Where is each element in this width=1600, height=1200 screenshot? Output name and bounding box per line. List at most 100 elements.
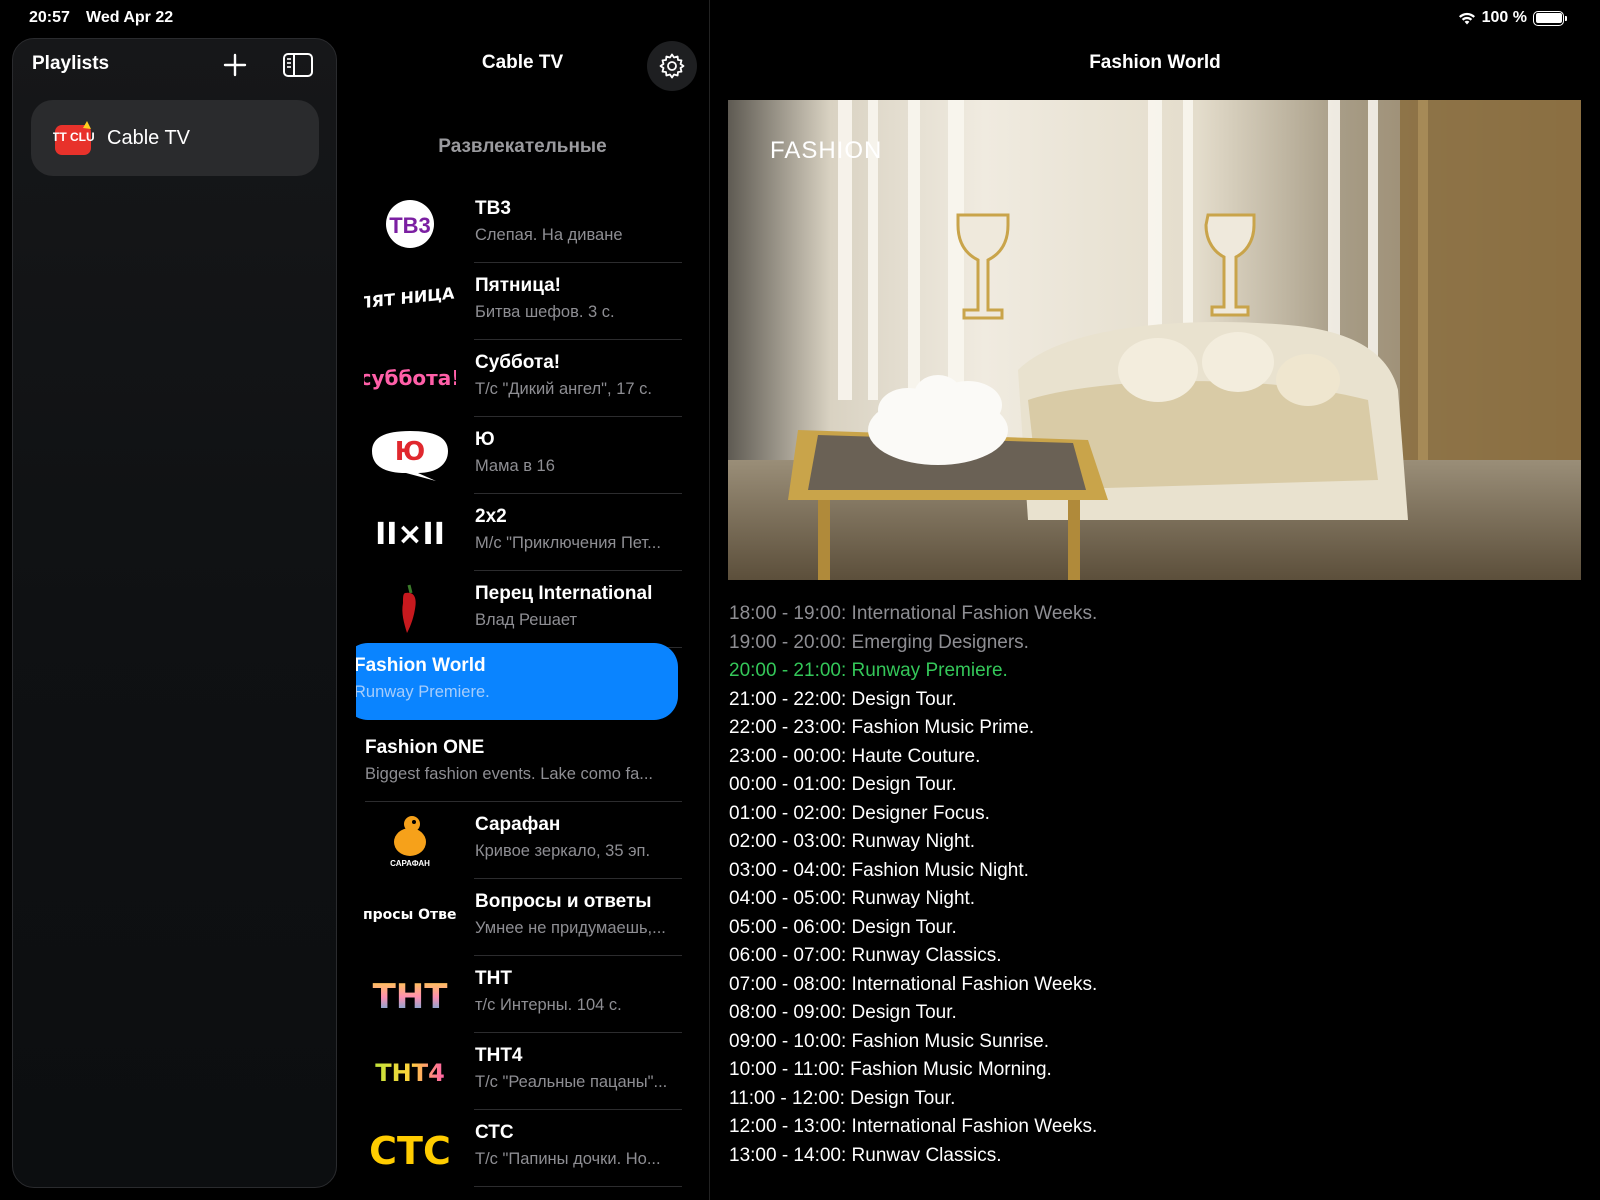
schedule-entry: 04:00 - 05:00: Runway Night. xyxy=(729,888,976,909)
tv3-logo-text: ТВ3 xyxy=(389,213,431,238)
channel-name: Суббота! xyxy=(475,352,561,373)
schedule-entry: 20:00 - 21:00: Runway Premiere. xyxy=(729,660,1008,681)
channel-row-voprosy[interactable]: Вопросы Ответы Вопросы и ответы Умнее не… xyxy=(356,879,696,956)
sarafan-logo: САРАФАН xyxy=(364,812,456,868)
channel-program: Runway Premiere. xyxy=(356,683,490,701)
channel-program: Т/с "Дикий ангел", 17 с. xyxy=(475,380,652,398)
schedule-entry: 08:00 - 09:00: Design Tour. xyxy=(729,1002,957,1023)
channel-program: М/с "Приключения Пет... xyxy=(475,534,661,552)
gear-icon xyxy=(659,53,685,79)
friday-logo-text: ПЯТ НИЦА! xyxy=(364,283,456,313)
schedule-entry: 02:00 - 03:00: Runway Night. xyxy=(729,831,976,852)
schedule-entry: 23:00 - 00:00: Haute Couture. xyxy=(729,745,981,767)
voprosy-logo: Вопросы Ответы xyxy=(364,889,456,945)
sidebar-toggle-icon xyxy=(283,53,313,77)
subbota-logo: суббота! xyxy=(364,350,456,406)
schedule-entry: 11:00 - 12:00: Design Tour. xyxy=(729,1087,956,1109)
channel-group-header: Развлекательные xyxy=(438,136,607,157)
channel-program: Т/с "Реальные пацаны"... xyxy=(475,1073,668,1091)
channel-program: т/с Интерны. 104 с. xyxy=(475,996,622,1014)
channel-row-tv3[interactable]: ТВ3 ТВ3 Слепая. На диване xyxy=(356,186,696,263)
schedule-entry: 22:00 - 23:00: Fashion Music Prime. xyxy=(729,717,1035,738)
channel-name: Перец International xyxy=(475,583,653,604)
channel-row-tnt4[interactable]: ТНТ4 ТНТ4 Т/с "Реальные пацаны"... xyxy=(356,1033,696,1110)
channel-name: СТС xyxy=(475,1122,514,1143)
friday-logo: ПЯТ НИЦА! xyxy=(364,273,456,329)
battery-level xyxy=(1535,13,1562,23)
playlists-sidebar: Playlists OTT CLUB Cable TV xyxy=(12,38,337,1188)
channel-list[interactable]: ТВ3 ТВ3 Слепая. На диване ПЯТ НИЦА! Пятн… xyxy=(356,186,696,1200)
channel-name: Fashion World xyxy=(356,655,486,676)
schedule-entry: 13:00 - 14:00: Runwav Classics. xyxy=(729,1144,1002,1166)
channel-name: Ю xyxy=(475,429,495,450)
channel-row-2x2[interactable]: II×II 2x2 М/с "Приключения Пет... xyxy=(356,494,696,571)
2x2-logo-text: II×II xyxy=(375,517,445,552)
schedule-entry: 18:00 - 19:00: International Fashion Wee… xyxy=(729,603,1098,624)
sts-logo: СТС xyxy=(364,1120,456,1176)
panel-divider xyxy=(709,0,710,1200)
program-schedule: 18:00 - 19:00: International Fashion Wee… xyxy=(729,600,1589,1170)
sarafan-logo-text: САРАФАН xyxy=(390,859,430,868)
channel-program: Влад Решает xyxy=(475,611,578,629)
channel-name: ТНТ4 xyxy=(475,1045,523,1066)
subbota-logo-text: суббота! xyxy=(364,366,456,390)
schedule-entry: 21:00 - 22:00: Design Tour. xyxy=(729,688,957,710)
status-date: Wed Apr 22 xyxy=(86,9,174,26)
player-title: Fashion World xyxy=(1089,52,1221,73)
yu-logo: Ю xyxy=(364,427,456,483)
battery-icon xyxy=(1533,10,1567,26)
channel-name: Сарафан xyxy=(475,814,561,835)
plus-icon xyxy=(223,53,247,77)
schedule-entry: 09:00 - 10:00: Fashion Music Sunrise. xyxy=(729,1030,1050,1052)
channel-name: Пятница! xyxy=(475,275,562,296)
ott-club-logo: OTT CLUB xyxy=(43,119,104,157)
battery-percentage: 100 % xyxy=(1481,9,1527,26)
schedule-entry: 00:00 - 01:00: Design Tour. xyxy=(729,774,957,795)
channel-row-sts[interactable]: СТС СТС Т/с "Папины дочки. Но... xyxy=(356,1110,696,1187)
yu-logo-text: Ю xyxy=(395,437,426,467)
channel-name: ТНТ xyxy=(475,968,512,989)
row-separator xyxy=(474,1186,682,1187)
sts-logo-text: СТС xyxy=(369,1129,451,1170)
schedule-entry: 03:00 - 04:00: Fashion Music Night. xyxy=(729,859,1029,881)
channel-row-friday[interactable]: ПЯТ НИЦА! Пятница! Битва шефов. 3 с. xyxy=(356,263,696,340)
channel-row-sarafan[interactable]: САРАФАН Сарафан Кривое зеркало, 35 эп. xyxy=(356,802,696,879)
channel-program: Т/с "Папины дочки. Но... xyxy=(475,1150,661,1168)
playlist-label: Cable TV xyxy=(107,126,191,149)
ott-logo-text: OTT CLUB xyxy=(53,130,95,144)
tnt4-logo-text: ТНТ4 xyxy=(375,1059,445,1087)
channel-program: Битва шефов. 3 с. xyxy=(475,303,615,321)
voprosy-logo-text: Вопросы Ответы xyxy=(364,907,456,923)
channel-row-yu[interactable]: Ю Ю Мама в 16 xyxy=(356,417,696,494)
channel-name: Вопросы и ответы xyxy=(475,891,652,912)
settings-button[interactable] xyxy=(647,41,697,91)
status-time: 20:57 xyxy=(29,9,70,26)
schedule-entry: 12:00 - 13:00: International Fashion Wee… xyxy=(729,1116,1098,1137)
status-bar: 20:57 Wed Apr 22 100 % xyxy=(0,0,1600,36)
schedule-entry: 06:00 - 07:00: Runway Classics. xyxy=(729,945,1002,966)
channel-name: Fashion ONE xyxy=(365,737,485,758)
channel-name: ТВ3 xyxy=(475,198,511,219)
toggle-sidebar-button[interactable] xyxy=(282,50,314,80)
fashion-watermark: FASHION xyxy=(770,137,882,164)
pepper-icon xyxy=(364,581,456,637)
channel-program: Кривое зеркало, 35 эп. xyxy=(475,842,651,860)
sidebar-title: Playlists xyxy=(32,53,110,74)
channel-row-fashion-one[interactable]: Fashion ONE Biggest fashion events. Lake… xyxy=(356,725,696,802)
video-player[interactable]: FASHION xyxy=(728,100,1581,580)
add-playlist-button[interactable] xyxy=(219,49,251,81)
2x2-logo: II×II xyxy=(364,504,456,560)
playlist-item-cable-tv[interactable]: OTT CLUB Cable TV xyxy=(31,100,319,176)
wifi-icon xyxy=(1458,12,1475,25)
channel-row-tnt[interactable]: ТНТ ТНТ т/с Интерны. 104 с. xyxy=(356,956,696,1033)
channel-row-fashion-world[interactable]: Fashion World Runway Premiere. xyxy=(356,643,678,720)
channel-program: Biggest fashion events. Lake como fa... xyxy=(365,765,654,783)
tnt-logo-text: ТНТ xyxy=(373,977,449,1014)
channel-name: 2x2 xyxy=(475,506,507,527)
schedule-entry: 01:00 - 02:00: Designer Focus. xyxy=(729,802,990,824)
schedule-entry: 10:00 - 11:00: Fashion Music Morning. xyxy=(729,1059,1052,1080)
channel-row-subbota[interactable]: суббота! Суббота! Т/с "Дикий ангел", 17 … xyxy=(356,340,696,417)
channel-row-perets[interactable]: Перец International Влад Решает xyxy=(356,571,696,648)
channel-list-header: Cable TV xyxy=(340,38,705,91)
channel-program: Мама в 16 xyxy=(475,457,555,475)
